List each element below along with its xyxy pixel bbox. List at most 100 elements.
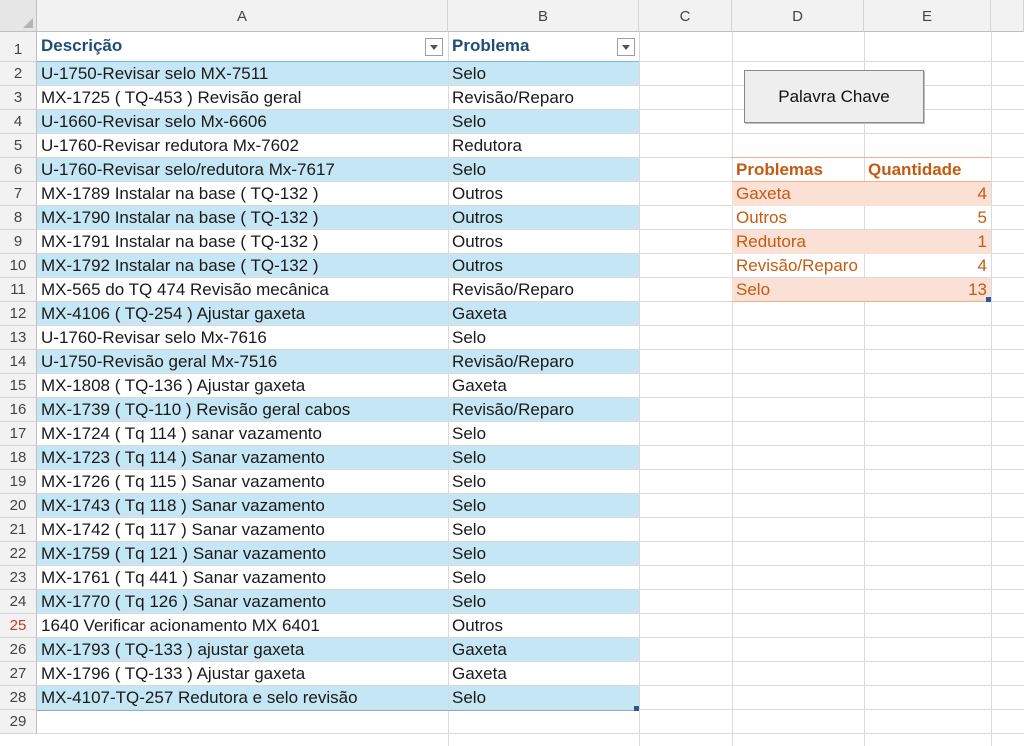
table-cell-descricao[interactable]: MX-1726 ( Tq 115 ) Sanar vazamento [41, 470, 446, 494]
column-header-c[interactable]: C [639, 0, 732, 32]
table-cell-problema[interactable]: Selo [452, 422, 637, 446]
table-cell-descricao[interactable]: U-1760-Revisar selo Mx-7616 [41, 326, 446, 350]
table-cell-problema[interactable]: Selo [452, 494, 637, 518]
summary-cell-quantidade[interactable]: 4 [866, 182, 987, 206]
table-cell-problema[interactable]: Gaxeta [452, 302, 637, 326]
row-header[interactable]: 4 [0, 110, 37, 134]
row-header[interactable]: 8 [0, 206, 37, 230]
row-header[interactable]: 21 [0, 518, 37, 542]
table-cell-descricao[interactable]: MX-1739 ( TQ-110 ) Revisão geral cabos [41, 398, 446, 422]
summary-resize-handle[interactable] [986, 297, 991, 302]
table-cell-problema[interactable]: Revisão/Reparo [452, 398, 637, 422]
table-cell-problema[interactable]: Redutora [452, 134, 637, 158]
table-cell-problema[interactable]: Selo [452, 62, 637, 86]
summary-cell-problema[interactable]: Outros [736, 206, 863, 230]
table-header-problema[interactable]: Problema [452, 34, 612, 58]
table-cell-descricao[interactable]: MX-1723 ( Tq 114 ) Sanar vazamento [41, 446, 446, 470]
table-cell-problema[interactable]: Selo [452, 542, 637, 566]
row-header[interactable]: 24 [0, 590, 37, 614]
row-header[interactable]: 18 [0, 446, 37, 470]
table-cell-descricao[interactable]: MX-1742 ( Tq 117 ) Sanar vazamento [41, 518, 446, 542]
table-cell-descricao[interactable]: MX-4107-TQ-257 Redutora e selo revisão [41, 686, 446, 710]
table-cell-problema[interactable]: Revisão/Reparo [452, 350, 637, 374]
table-cell-problema[interactable]: Selo [452, 470, 637, 494]
row-header[interactable]: 29 [0, 710, 37, 734]
table-cell-problema[interactable]: Outros [452, 182, 637, 206]
table-cell-problema[interactable]: Outros [452, 614, 637, 638]
row-header[interactable]: 16 [0, 398, 37, 422]
table-cell-descricao[interactable]: MX-565 do TQ 474 Revisão mecânica [41, 278, 446, 302]
table-cell-descricao[interactable]: U-1660-Revisar selo Mx-6606 [41, 110, 446, 134]
summary-cell-quantidade[interactable]: 4 [866, 254, 987, 278]
summary-cell-problema[interactable]: Gaxeta [736, 182, 863, 206]
row-header[interactable]: 1 [0, 32, 37, 62]
row-header[interactable]: 27 [0, 662, 37, 686]
table-cell-descricao[interactable]: U-1750-Revisar selo MX-7511 [41, 62, 446, 86]
row-header[interactable]: 25 [0, 614, 37, 638]
row-header[interactable]: 2 [0, 62, 37, 86]
row-header[interactable]: 23 [0, 566, 37, 590]
table-cell-problema[interactable]: Selo [452, 326, 637, 350]
row-header[interactable]: 7 [0, 182, 37, 206]
table-cell-descricao[interactable]: MX-1759 ( Tq 121 ) Sanar vazamento [41, 542, 446, 566]
table-cell-problema[interactable]: Outros [452, 206, 637, 230]
table-cell-descricao[interactable]: 1640 Verificar acionamento MX 6401 [41, 614, 446, 638]
column-header-b[interactable]: B [448, 0, 639, 32]
table-cell-descricao[interactable]: MX-1743 ( Tq 118 ) Sanar vazamento [41, 494, 446, 518]
row-header[interactable]: 12 [0, 302, 37, 326]
table-cell-descricao[interactable]: U-1750-Revisão geral Mx-7516 [41, 350, 446, 374]
summary-cell-quantidade[interactable]: 13 [866, 278, 987, 302]
table-cell-problema[interactable]: Selo [452, 566, 637, 590]
summary-cell-quantidade[interactable]: 5 [866, 206, 987, 230]
table-cell-descricao[interactable]: MX-1789 Instalar na base ( TQ-132 ) [41, 182, 446, 206]
column-header-d[interactable]: D [732, 0, 864, 32]
table-cell-descricao[interactable]: MX-1790 Instalar na base ( TQ-132 ) [41, 206, 446, 230]
row-header[interactable]: 15 [0, 374, 37, 398]
table-cell-descricao[interactable]: MX-1761 ( Tq 441 ) Sanar vazamento [41, 566, 446, 590]
table-cell-problema[interactable]: Revisão/Reparo [452, 86, 637, 110]
row-header[interactable]: 19 [0, 470, 37, 494]
column-header-f[interactable] [991, 0, 1024, 32]
column-header-e[interactable]: E [864, 0, 991, 32]
table-cell-problema[interactable]: Revisão/Reparo [452, 278, 637, 302]
table-cell-descricao[interactable]: MX-1770 ( Tq 126 ) Sanar vazamento [41, 590, 446, 614]
table-cell-problema[interactable]: Selo [452, 590, 637, 614]
table-cell-problema[interactable]: Gaxeta [452, 662, 637, 686]
table-cell-descricao[interactable]: MX-1724 ( Tq 114 ) sanar vazamento [41, 422, 446, 446]
row-header[interactable]: 26 [0, 638, 37, 662]
table-cell-problema[interactable]: Outros [452, 254, 637, 278]
table-cell-descricao[interactable]: MX-1792 Instalar na base ( TQ-132 ) [41, 254, 446, 278]
row-header[interactable]: 28 [0, 686, 37, 710]
summary-cell-problema[interactable]: Revisão/Reparo [736, 254, 863, 278]
row-header[interactable]: 14 [0, 350, 37, 374]
summary-header-problemas[interactable]: Problemas [736, 158, 862, 182]
row-header[interactable]: 11 [0, 278, 37, 302]
table-cell-descricao[interactable]: MX-1725 ( TQ-453 ) Revisão geral [41, 86, 446, 110]
summary-cell-quantidade[interactable]: 1 [866, 230, 987, 254]
table-cell-problema[interactable]: Selo [452, 518, 637, 542]
table-cell-descricao[interactable]: MX-1793 ( TQ-133 ) ajustar gaxeta [41, 638, 446, 662]
summary-header-quantidade[interactable]: Quantidade [868, 158, 990, 182]
row-header[interactable]: 9 [0, 230, 37, 254]
table-cell-problema[interactable]: Selo [452, 446, 637, 470]
row-header[interactable]: 22 [0, 542, 37, 566]
table-cell-descricao[interactable]: MX-4106 ( TQ-254 ) Ajustar gaxeta [41, 302, 446, 326]
table-cell-descricao[interactable]: MX-1796 ( TQ-133 ) Ajustar gaxeta [41, 662, 446, 686]
table-cell-problema[interactable]: Selo [452, 158, 637, 182]
row-header[interactable]: 3 [0, 86, 37, 110]
select-all-corner[interactable] [0, 0, 37, 32]
filter-button-descricao[interactable] [425, 38, 443, 56]
row-header[interactable]: 5 [0, 134, 37, 158]
row-header[interactable]: 10 [0, 254, 37, 278]
table-cell-descricao[interactable]: MX-1791 Instalar na base ( TQ-132 ) [41, 230, 446, 254]
row-header[interactable]: 6 [0, 158, 37, 182]
table-cell-descricao[interactable]: MX-1808 ( TQ-136 ) Ajustar gaxeta [41, 374, 446, 398]
table-cell-problema[interactable]: Gaxeta [452, 374, 637, 398]
row-header[interactable]: 13 [0, 326, 37, 350]
table-cell-problema[interactable]: Selo [452, 686, 637, 710]
row-header[interactable]: 20 [0, 494, 37, 518]
table-cell-descricao[interactable]: U-1760-Revisar selo/redutora Mx-7617 [41, 158, 446, 182]
column-header-a[interactable]: A [37, 0, 448, 32]
summary-cell-problema[interactable]: Selo [736, 278, 863, 302]
table-cell-problema[interactable]: Outros [452, 230, 637, 254]
